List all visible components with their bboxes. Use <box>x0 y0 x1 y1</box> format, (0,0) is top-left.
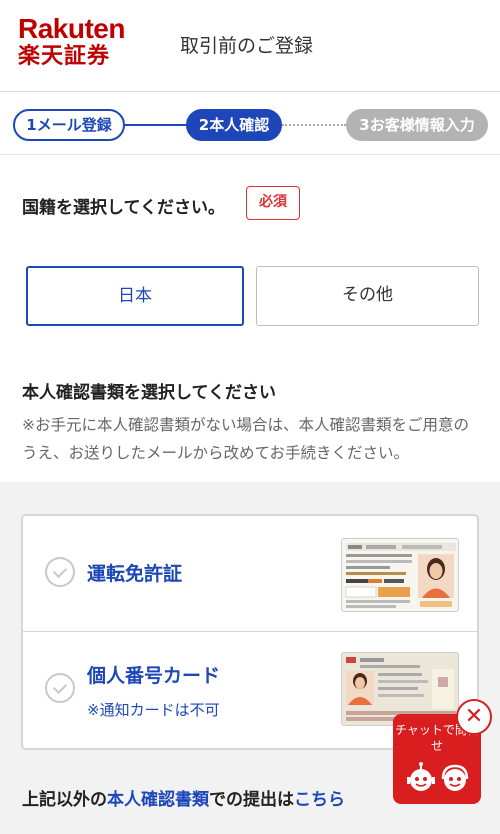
other-documents-prefix: 上記以外の <box>22 790 107 810</box>
step-connector-completed <box>125 124 186 126</box>
page-title: 取引前のご登録 <box>180 35 314 57</box>
drivers-license-image <box>341 538 459 612</box>
step-customer-info: 3お客様情報入力 <box>346 109 488 141</box>
step-identity-verification: 2本人確認 <box>186 109 282 141</box>
robot-icon <box>407 762 435 791</box>
step-connector-pending <box>282 124 346 126</box>
identity-documents-link[interactable]: 本人確認書類 <box>107 790 209 810</box>
rakuten-securities-logo[interactable]: Rakuten 楽天証券 <box>18 13 125 70</box>
document-title: 個人番号カード <box>87 665 221 687</box>
progress-stepper: 1メール登録 2本人確認 3お客様情報入力 <box>0 92 500 154</box>
other-documents-middle: での提出は <box>209 790 294 810</box>
check-circle-icon <box>45 557 75 587</box>
operator-icon <box>441 764 469 791</box>
logo-wordmark-jp: 楽天証券 <box>18 44 111 69</box>
logo-wordmark-en: Rakuten <box>18 13 125 44</box>
step-email-registration: 1メール登録 <box>13 109 125 141</box>
chat-close-button[interactable]: ✕ <box>456 699 492 735</box>
nationality-option-japan[interactable]: 日本 <box>26 266 244 326</box>
check-circle-icon <box>45 673 75 703</box>
document-subtitle: ※通知カードは不可 <box>87 701 220 719</box>
nationality-question: 国籍を選択してください。 <box>22 198 225 218</box>
document-note: ※お手元に本人確認書類がない場合は、本人確認書類をご用意のうえ、お送りしたメール… <box>22 416 469 462</box>
chat-operator-icons <box>403 762 473 796</box>
submit-here-link[interactable]: こちら <box>294 790 345 810</box>
nationality-option-other[interactable]: その他 <box>256 266 479 326</box>
document-option-drivers-license[interactable]: 運転免許証 <box>23 516 477 632</box>
document-select-heading: 本人確認書類を選択してください <box>22 383 276 403</box>
other-documents-text: 上記以外の本人確認書類での提出はこちら <box>22 785 345 810</box>
required-badge: 必須 <box>246 186 300 220</box>
app-header: Rakuten 楽天証券 取引前のご登録 <box>0 0 500 92</box>
nationality-section: 国籍を選択してください。 必須 日本 その他 本人確認書類を選択してください ※… <box>0 154 500 482</box>
document-title: 運転免許証 <box>87 563 183 585</box>
